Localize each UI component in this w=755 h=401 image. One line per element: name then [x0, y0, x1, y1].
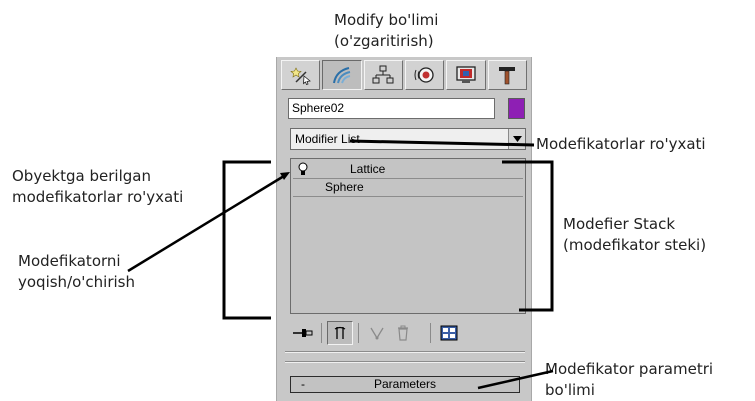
modify-bend-icon	[332, 67, 351, 84]
parameters-rollout[interactable]: - Parameters	[290, 376, 520, 393]
panel-divider	[285, 351, 525, 353]
stack-item-lattice[interactable]: Lattice	[293, 161, 523, 179]
remove-modifier-button[interactable]	[390, 321, 416, 345]
make-unique-icon	[370, 327, 384, 340]
pin-stack-button[interactable]	[290, 321, 316, 345]
modifier-stack-caption: Modefier Stack (modefikator steki)	[563, 215, 707, 254]
object-name-field[interactable]: Sphere02	[288, 98, 495, 119]
tab-display[interactable]	[446, 60, 486, 90]
modifier-list-dropdown[interactable]: Modifier List	[290, 128, 526, 150]
assigned-modifiers-caption: Obyektga berilgan modefikatorlar ro'yxat…	[12, 167, 184, 206]
make-unique-button[interactable]	[364, 321, 390, 345]
object-color-swatch[interactable]	[508, 98, 525, 119]
configure-modifier-sets-button[interactable]	[436, 321, 462, 345]
display-icon	[456, 66, 476, 83]
tab-utilities[interactable]	[487, 60, 527, 90]
toolbar-divider	[321, 323, 322, 343]
stack-toolbar	[290, 320, 526, 346]
tab-motion[interactable]	[404, 60, 445, 90]
modifier-list-caption: Modefikatorlar ro'yxati	[536, 135, 706, 153]
create-wand-icon	[289, 67, 311, 85]
utilities-hammer-icon	[499, 67, 516, 85]
tab-hierarchy[interactable]	[363, 60, 403, 90]
rollout-title: Parameters	[373, 377, 437, 391]
toolbar-divider	[358, 323, 359, 343]
modifier-list-label: Modifier List	[295, 132, 360, 146]
stack-item-label: Sphere	[325, 180, 364, 194]
chevron-down-icon[interactable]	[508, 129, 525, 149]
lightbulb-icon[interactable]	[297, 162, 309, 176]
tab-create[interactable]	[281, 60, 321, 90]
modify-section-caption: Modify bo'limi (o'zgaritirish)	[334, 11, 439, 50]
trash-icon	[398, 325, 408, 341]
parameters-section-caption: Modefikator parametri bo'limi	[545, 360, 714, 399]
stack-bracket-left	[222, 160, 271, 320]
stack-item-sphere[interactable]: Sphere	[293, 179, 523, 197]
hierarchy-icon	[372, 65, 394, 84]
command-panel-tabs	[281, 60, 527, 90]
configure-sets-icon	[440, 325, 458, 341]
modifier-stack: Lattice Sphere	[290, 158, 526, 314]
toolbar-divider	[430, 323, 431, 343]
toggle-modifier-caption: Modefikatorni yoqish/o'chirish	[18, 252, 135, 291]
tab-modify[interactable]	[322, 60, 362, 90]
command-panel: Sphere02 Modifier List Lattice Sphere - …	[276, 57, 532, 401]
pin-icon	[293, 329, 313, 337]
motion-icon	[414, 67, 434, 83]
panel-divider	[285, 361, 525, 363]
show-end-result-icon	[334, 326, 346, 339]
show-end-result-button[interactable]	[327, 321, 353, 345]
stack-item-label: Lattice	[350, 162, 386, 176]
